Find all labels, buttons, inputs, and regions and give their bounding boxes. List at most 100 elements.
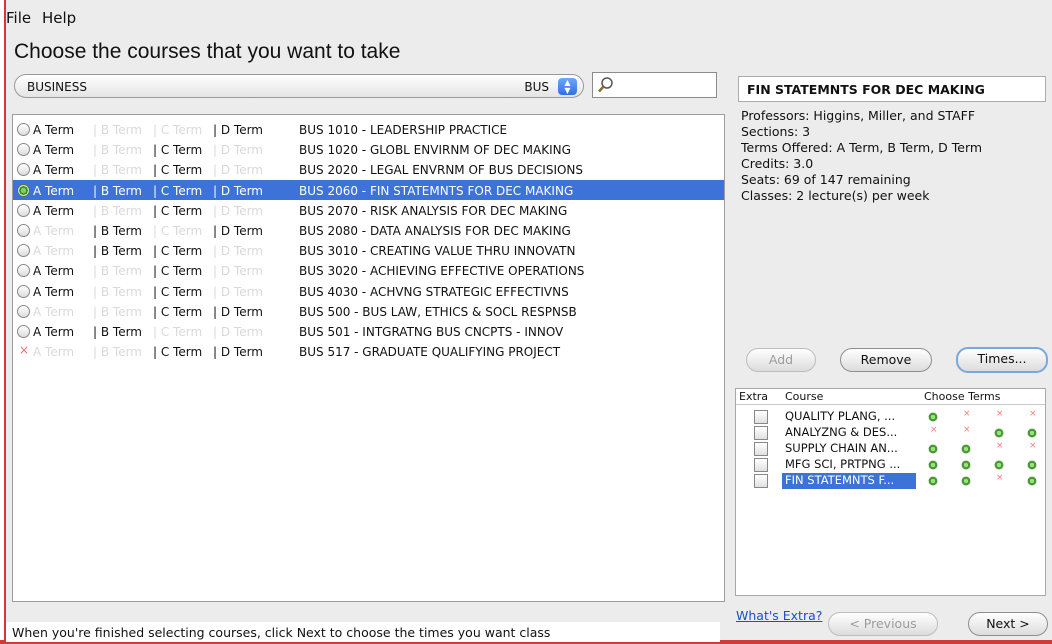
term-label: | B Term	[93, 163, 142, 178]
select-stepper-icon[interactable]: ▲ ▼	[558, 78, 577, 95]
term-label: | C Term	[153, 163, 203, 178]
term-label: | B Term	[93, 244, 142, 259]
term-label: | B Term	[93, 284, 142, 299]
course-row[interactable]: × A Term | B Term | C Term | D Term BUS 517 -…	[13, 341, 724, 361]
term-available-icon[interactable]	[961, 476, 971, 486]
term-label: | C Term	[153, 143, 203, 158]
extra-checkbox[interactable]	[754, 458, 768, 472]
term-label: | C Term	[153, 264, 203, 279]
term-label: | D Term	[213, 304, 263, 319]
term-label: | D Term	[213, 123, 263, 137]
previous-button[interactable]: < Previous	[828, 612, 938, 636]
term-available-icon[interactable]	[994, 460, 1004, 470]
extra-checkbox[interactable]	[754, 426, 768, 440]
course-row[interactable]: A Term | B Term | C Term | D Term BUS 3010 -…	[13, 240, 724, 260]
chosen-course-row[interactable]: QUALITY PLANG, ... × × ×	[736, 409, 1045, 425]
term-available-icon[interactable]	[1027, 460, 1037, 470]
course-radio[interactable]	[17, 325, 30, 338]
chosen-course-title: SUPPLY CHAIN AN...	[785, 441, 898, 455]
next-button[interactable]: Next >	[968, 612, 1048, 636]
term-available-icon[interactable]	[928, 444, 938, 454]
term-unavailable-icon: ×	[930, 425, 938, 435]
course-row[interactable]: A Term | B Term | C Term | D Term BUS 1010 -…	[13, 119, 724, 139]
term-label: A Term	[33, 163, 75, 178]
course-title: BUS 2070 - RISK ANALYSIS FOR DEC MAKING	[299, 203, 568, 218]
search-input[interactable]	[592, 72, 717, 98]
course-row[interactable]: A Term | B Term | C Term | D Term BUS 501 - …	[13, 321, 724, 341]
term-available-icon[interactable]	[961, 444, 971, 454]
course-title: BUS 4030 - ACHVNG STRATEGIC EFFECTIVNS	[299, 284, 569, 299]
course-radio[interactable]	[17, 163, 30, 177]
term-label: | B Term	[93, 203, 142, 218]
term-label: | D Term	[213, 203, 263, 218]
term-available-icon[interactable]	[928, 476, 938, 486]
window-left-edge	[0, 0, 6, 644]
course-radio[interactable]	[17, 244, 30, 258]
term-available-icon[interactable]	[1027, 428, 1037, 438]
term-label: | C Term	[153, 244, 203, 259]
course-row[interactable]: A Term | B Term | C Term | D Term BUS 2060 -…	[13, 179, 724, 200]
course-title: BUS 1020 - GLOBL ENVIRNM OF DEC MAKING	[299, 143, 571, 158]
term-label: | D Term	[213, 183, 263, 198]
term-available-icon[interactable]	[994, 428, 1004, 438]
term-label: | D Term	[213, 224, 263, 238]
course-radio[interactable]	[17, 284, 30, 298]
whats-extra-link[interactable]: What's Extra?	[736, 608, 822, 623]
times-button[interactable]: Times...	[956, 347, 1048, 373]
term-label: | C Term	[153, 183, 203, 198]
course-radio[interactable]	[17, 264, 30, 278]
term-label: A Term	[33, 264, 75, 279]
term-available-icon[interactable]	[928, 412, 938, 422]
department-select[interactable]: BUSINESS BUS ▲ ▼	[14, 74, 584, 98]
detail-classes: Classes: 2 lecture(s) per week	[741, 188, 930, 203]
term-label: | D Term	[213, 345, 263, 360]
header-choose-terms: Choose Terms	[924, 390, 1001, 403]
course-radio[interactable]	[17, 203, 30, 217]
course-row[interactable]: A Term | B Term | C Term | D Term BUS 1020 -…	[13, 139, 724, 159]
menu-file[interactable]: File	[6, 9, 31, 27]
course-row[interactable]: A Term | B Term | C Term | D Term BUS 3020 -…	[13, 260, 724, 280]
term-label: | B Term	[93, 345, 142, 360]
status-bar: When you're finished selecting courses, …	[6, 622, 720, 642]
term-label: | B Term	[93, 183, 142, 198]
chosen-course-row[interactable]: FIN STATEMNTS F... ×	[736, 473, 1045, 489]
term-available-icon[interactable]	[1027, 476, 1037, 486]
course-row[interactable]: A Term | B Term | C Term | D Term BUS 2080 -…	[13, 220, 724, 240]
term-label: A Term	[33, 224, 75, 238]
course-row[interactable]: A Term | B Term | C Term | D Term BUS 4030 -…	[13, 281, 724, 301]
remove-button[interactable]: Remove	[840, 348, 932, 372]
course-row[interactable]: A Term | B Term | C Term | D Term BUS 2020 -…	[13, 159, 724, 179]
term-label: | D Term	[213, 264, 263, 279]
add-button[interactable]: Add	[746, 348, 816, 372]
course-radio[interactable]	[17, 224, 30, 237]
course-title: BUS 1010 - LEADERSHIP PRACTICE	[299, 123, 508, 137]
term-label: A Term	[33, 345, 75, 360]
extra-checkbox[interactable]	[754, 442, 768, 456]
detail-seats: Seats: 69 of 147 remaining	[741, 172, 911, 187]
menu-help[interactable]: Help	[42, 9, 76, 27]
chosen-course-row[interactable]: MFG SCI, PRTPNG ...	[736, 457, 1045, 473]
term-label: | D Term	[213, 244, 263, 259]
course-radio[interactable]	[17, 304, 30, 318]
course-radio[interactable]	[17, 183, 30, 197]
course-detail-title: FIN STATEMNTS FOR DEC MAKING	[738, 76, 1046, 102]
extra-checkbox[interactable]	[754, 410, 768, 424]
term-label: | C Term	[153, 203, 203, 218]
chosen-courses-table: Extra Course Choose Terms QUALITY PLANG,…	[735, 388, 1046, 596]
search-icon	[598, 77, 613, 93]
extra-checkbox[interactable]	[754, 474, 768, 488]
term-available-icon[interactable]	[928, 460, 938, 470]
chosen-course-row[interactable]: SUPPLY CHAIN AN... × ×	[736, 441, 1045, 457]
detail-credits: Credits: 3.0	[741, 156, 814, 171]
course-row[interactable]: A Term | B Term | C Term | D Term BUS 2070 -…	[13, 200, 724, 220]
term-available-icon[interactable]	[961, 460, 971, 470]
course-radio[interactable]	[17, 123, 30, 136]
course-title: BUS 3010 - CREATING VALUE THRU INNOVATN	[299, 244, 576, 259]
course-radio[interactable]	[17, 143, 30, 157]
course-title: BUS 500 - BUS LAW, ETHICS & SOCL RESPNSB	[299, 304, 577, 319]
term-label: | B Term	[93, 264, 142, 279]
course-row[interactable]: A Term | B Term | C Term | D Term BUS 500 - …	[13, 301, 724, 321]
chosen-course-row[interactable]: ANALYZNG & DES... × ×	[736, 425, 1045, 441]
term-unavailable-icon: ×	[963, 409, 971, 419]
term-label: | D Term	[213, 284, 263, 299]
